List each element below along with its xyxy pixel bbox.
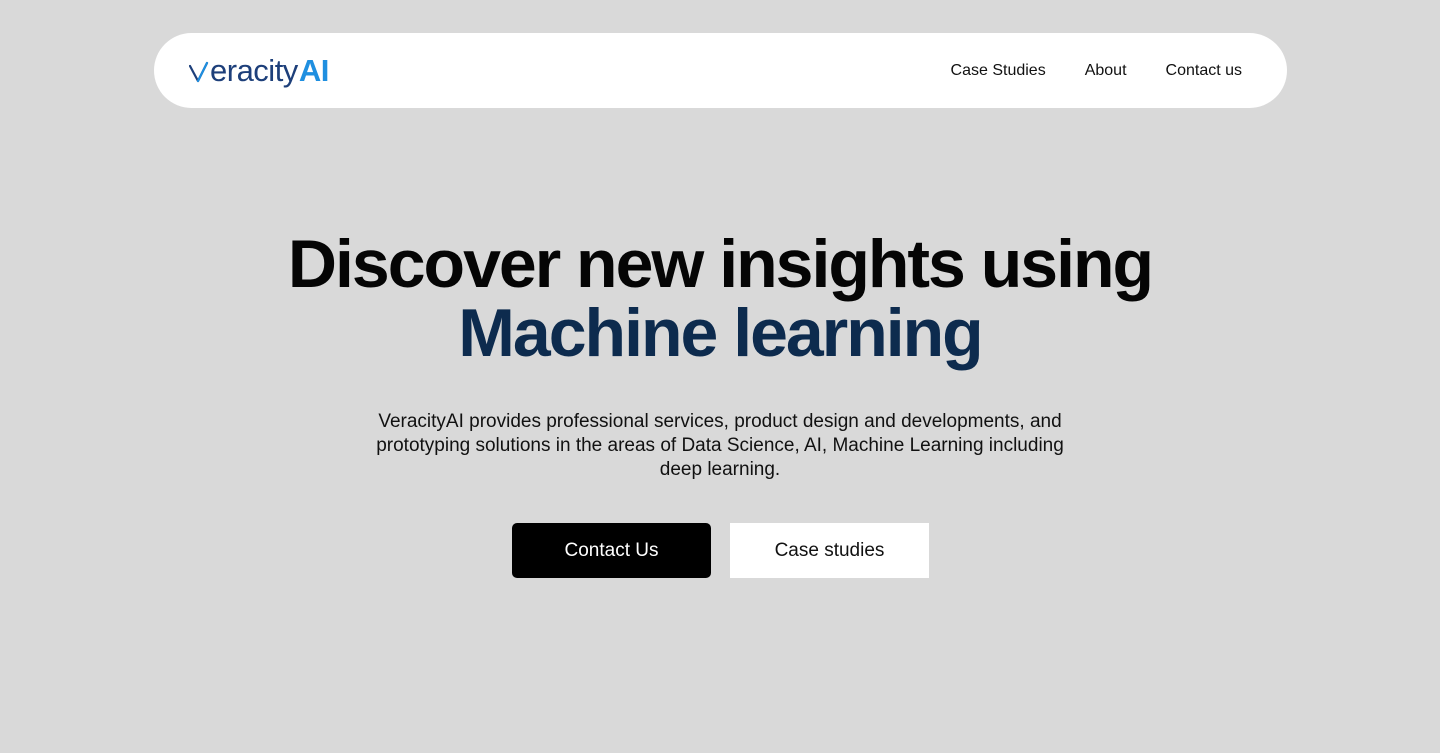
nav-menu: Case Studies About Contact us <box>951 33 1242 108</box>
hero-title: Discover new insights using Machine lear… <box>0 230 1440 368</box>
brand-name: eracity <box>210 53 298 88</box>
nav-link-contact-us[interactable]: Contact us <box>1166 62 1242 80</box>
nav-link-case-studies[interactable]: Case Studies <box>951 62 1046 80</box>
hero-title-line-2: Machine learning <box>458 295 983 371</box>
contact-us-button[interactable]: Contact Us <box>512 523 711 578</box>
top-navbar: eracity AI Case Studies About Contact us <box>154 33 1287 108</box>
brand-logo[interactable]: eracity AI <box>189 53 329 89</box>
hero-description: VeracityAI provides professional service… <box>376 411 1064 480</box>
nav-link-about[interactable]: About <box>1085 62 1127 80</box>
logo-v-icon <box>189 61 209 83</box>
case-studies-button[interactable]: Case studies <box>730 523 929 578</box>
brand-name-accent: AI <box>298 53 330 88</box>
hero-title-line-1: Discover new insights using <box>287 226 1154 302</box>
